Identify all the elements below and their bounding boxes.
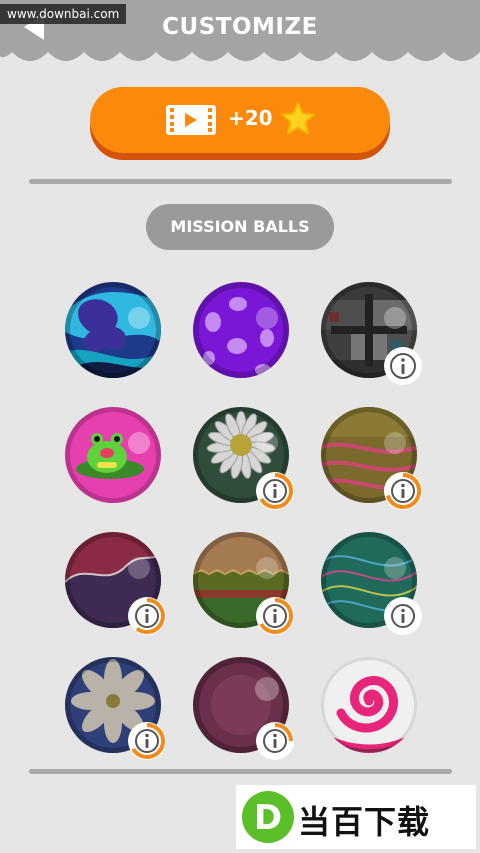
ball-maroon-wave[interactable]: [65, 532, 166, 635]
svg-text:D: D: [254, 798, 282, 838]
brand-text: 当百下载: [298, 803, 431, 841]
watch-video-reward-button[interactable]: +20: [90, 87, 390, 153]
info-icon[interactable]: [255, 471, 295, 511]
ball-blue-swirl-art: [65, 282, 161, 378]
divider-top: [29, 179, 452, 184]
ball-purple-spotted-art: [193, 282, 289, 378]
info-icon[interactable]: [383, 471, 423, 511]
header-wave: [0, 44, 480, 61]
info-icon[interactable]: [127, 596, 167, 636]
brand-logo-icon: D: [242, 791, 294, 843]
info-icon[interactable]: [255, 596, 295, 636]
info-icon[interactable]: [383, 346, 423, 386]
star-icon: [281, 102, 315, 135]
ball-frog-art: [65, 407, 161, 503]
ball-cake-layers[interactable]: [193, 532, 294, 635]
ball-tv-test[interactable]: [321, 282, 422, 385]
ball-teal-lines[interactable]: [321, 532, 422, 635]
ball-olive-stripes[interactable]: [321, 407, 422, 510]
ball-purple-spotted[interactable]: [193, 282, 289, 378]
ball-frog[interactable]: [65, 407, 161, 503]
brand-watermark: D 当百下载: [236, 785, 476, 849]
divider-bottom: [29, 769, 452, 774]
ball-navy-flower[interactable]: [65, 657, 166, 760]
ball-candy-swirl-art: [321, 657, 417, 753]
ball-daisy-green[interactable]: [193, 407, 294, 510]
ball-blue-swirl[interactable]: [65, 282, 161, 378]
ball-plum[interactable]: [193, 657, 294, 760]
reward-amount: +20: [228, 106, 273, 130]
section-mission-balls: MISSION BALLS: [146, 204, 334, 250]
ball-candy-swirl[interactable]: [321, 657, 417, 753]
info-icon[interactable]: [383, 596, 423, 636]
info-icon[interactable]: [255, 721, 295, 761]
info-icon[interactable]: [127, 721, 167, 761]
site-watermark: www.downbai.com: [0, 4, 127, 24]
film-icon: [166, 105, 216, 135]
